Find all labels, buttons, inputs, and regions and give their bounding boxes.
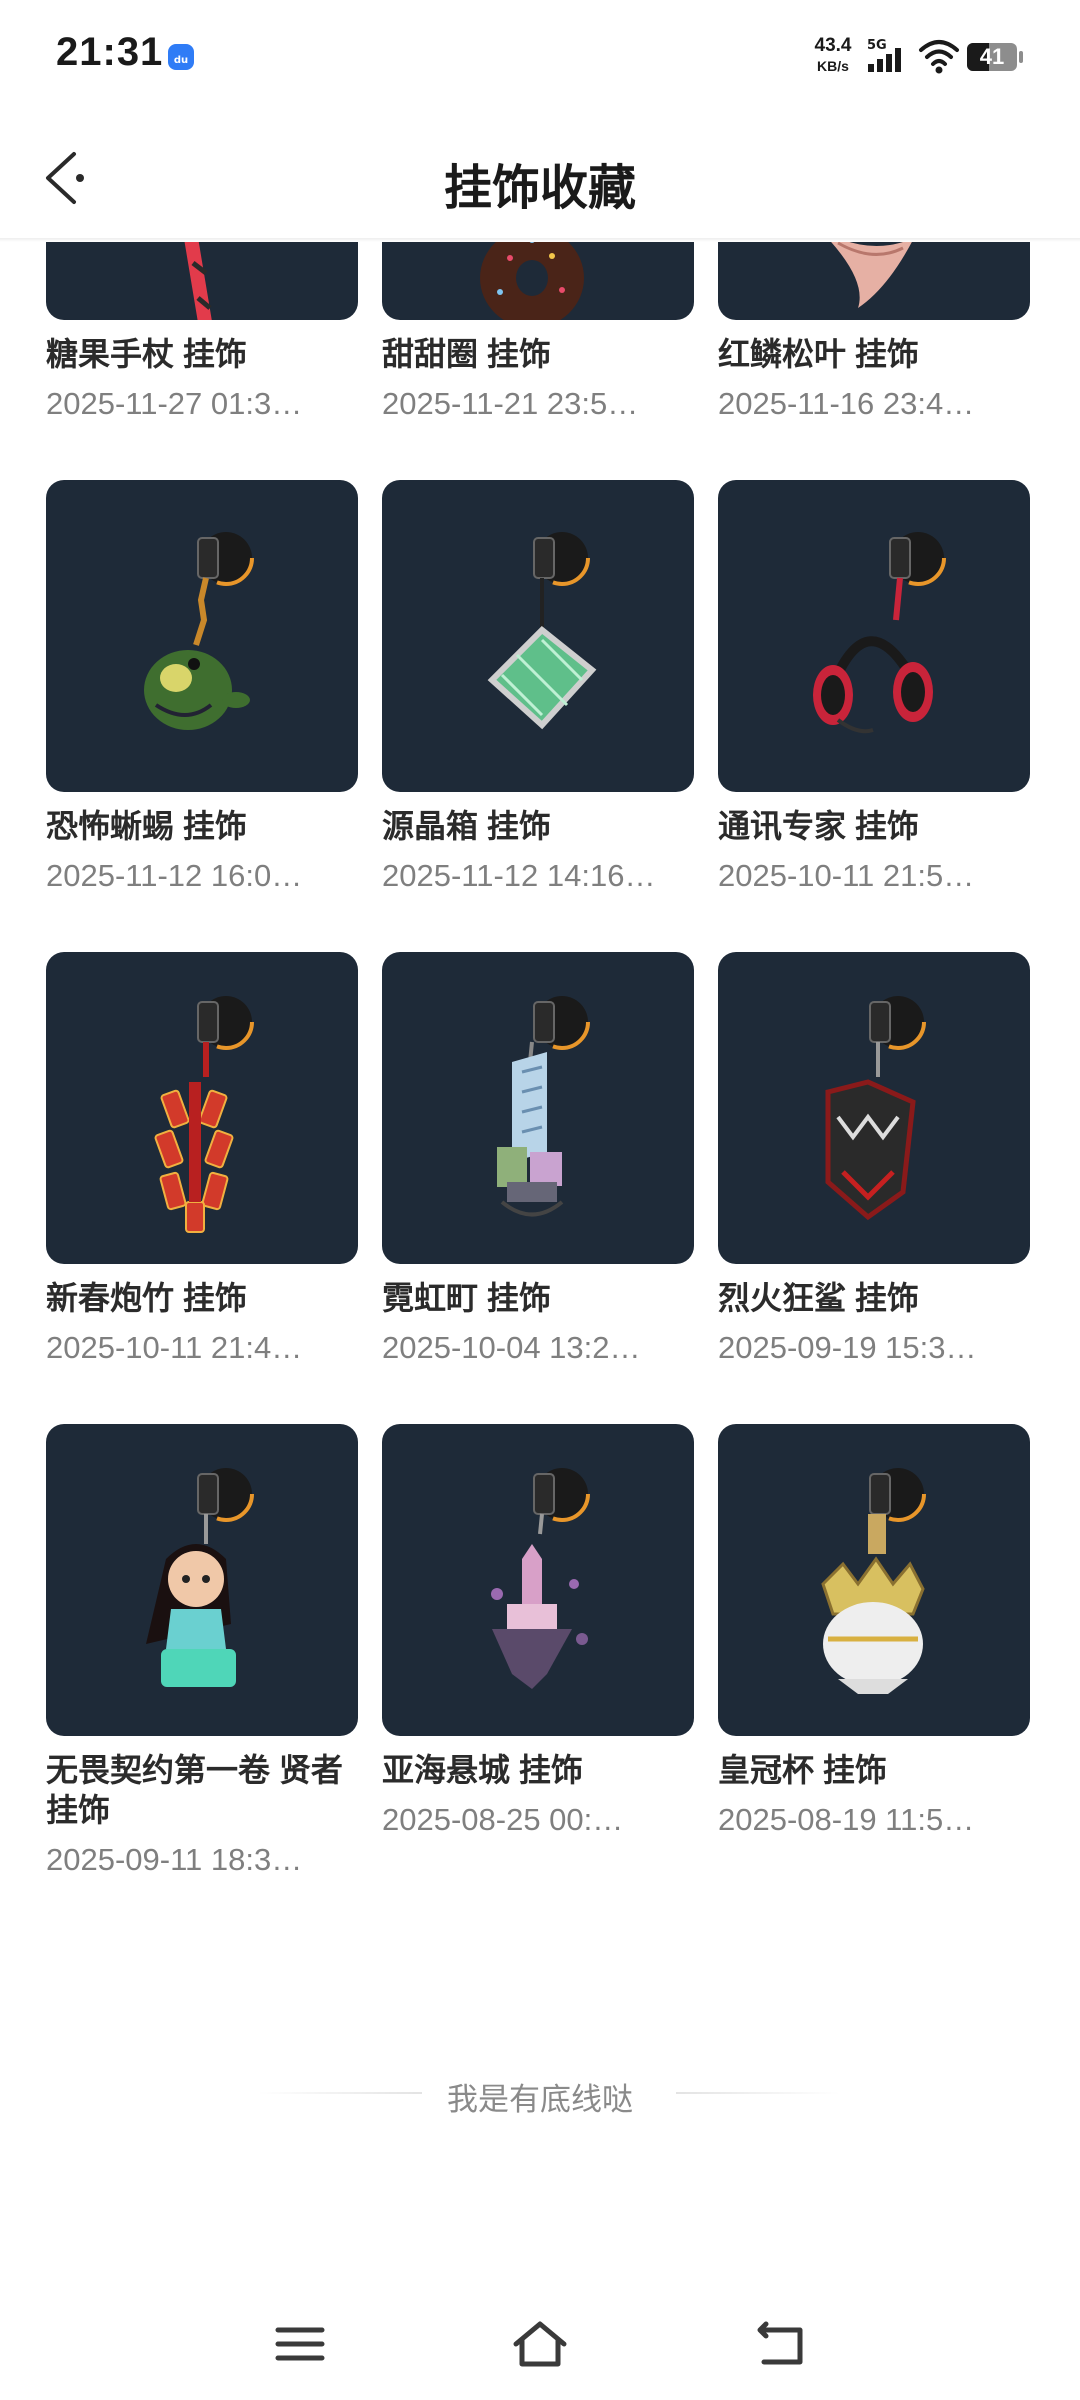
svg-text:du: du [174, 55, 188, 66]
charm-date: 2025-08-19 11:5… [718, 1802, 975, 1837]
crystal-box-charm-icon [487, 530, 597, 730]
candy-cane-charm-icon [184, 240, 212, 320]
back-icon[interactable] [752, 2314, 812, 2374]
floating-city-charm-icon [491, 1466, 590, 1689]
charm-date: 2025-11-21 23:5… [382, 386, 639, 421]
charm-thumbnail [382, 1424, 694, 1736]
headset-charm-icon [813, 530, 946, 734]
charm-name: 亚海悬城 挂饰 [382, 1752, 583, 1788]
charm-thumbnail [718, 240, 1030, 320]
network-speed-value: 43.4 [814, 35, 852, 56]
page-title: 挂饰收藏 [443, 162, 636, 215]
app-notification-icon: du [168, 44, 194, 70]
charm-thumbnail [46, 952, 358, 1264]
charm-card[interactable]: 亚海悬城 挂饰 2025-08-25 00:… [382, 1424, 694, 1838]
charm-thumbnail [718, 1424, 1030, 1736]
charm-date: 2025-11-12 14:16… [382, 858, 656, 893]
charm-card[interactable]: 新春炮竹 挂饰 2025-10-11 21:4… [46, 952, 358, 1366]
charm-date: 2025-08-25 00:… [382, 1802, 624, 1837]
neon-town-charm-icon [497, 994, 590, 1217]
charm-card[interactable]: 烈火狂鲨 挂饰 2025-09-19 15:3… [718, 952, 1030, 1366]
status-time: 21:31 [56, 30, 164, 74]
charm-card[interactable]: 霓虹町 挂饰 2025-10-04 13:2… [382, 952, 694, 1366]
charm-name: 源晶箱 挂饰 [382, 808, 551, 844]
divider-right [676, 2092, 840, 2094]
system-nav-bar [0, 2300, 1080, 2400]
battery-level: 41 [979, 44, 1005, 69]
signal-icon: 5G [867, 38, 901, 72]
red-scale-pine-charm-icon [829, 240, 913, 308]
charm-thumbnail [46, 480, 358, 792]
charm-card[interactable]: 无畏契约第一卷 贤者 挂饰 2025-09-11 18:3… [46, 1424, 358, 1878]
charm-date: 2025-09-11 18:3… [46, 1842, 303, 1877]
charm-date: 2025-10-11 21:5… [718, 858, 975, 893]
charm-date: 2025-10-11 21:4… [46, 1330, 303, 1365]
charm-name: 烈火狂鲨 挂饰 [718, 1280, 919, 1316]
charm-date: 2025-09-19 15:3… [718, 1330, 977, 1365]
fire-shark-charm-icon [825, 994, 926, 1221]
charm-card[interactable]: 恐怖蜥蜴 挂饰 2025-11-12 16:0… [46, 480, 358, 894]
end-of-list-text: 我是有底线哒 [447, 2082, 633, 2117]
network-speed-unit: KB/s [817, 58, 849, 74]
wifi-icon [919, 40, 959, 74]
charm-thumbnail [718, 952, 1030, 1264]
charm-name: 皇冠杯 挂饰 [718, 1752, 887, 1788]
charm-card[interactable]: 红鳞松叶 挂饰 2025-11-16 23:4… [718, 240, 1030, 422]
header: 挂饰收藏 [0, 110, 1080, 240]
charm-name: 无畏契约第一卷 贤者 挂饰 [46, 1752, 343, 1828]
status-bar: 21:31 du 43.4 KB/s 5G 41 [0, 0, 1080, 110]
charm-thumbnail [382, 480, 694, 792]
donut-charm-icon [480, 240, 584, 320]
charm-card[interactable]: 甜甜圈 挂饰 2025-11-21 23:5… [382, 240, 694, 422]
menu-icon[interactable] [270, 2314, 330, 2374]
home-icon[interactable] [510, 2314, 570, 2374]
charm-date: 2025-11-27 01:3… [46, 386, 303, 421]
charm-thumbnail [718, 480, 1030, 792]
charm-thumbnail [382, 952, 694, 1264]
sage-charm-icon [146, 1466, 254, 1687]
charm-name: 甜甜圈 挂饰 [382, 336, 551, 372]
charm-name: 霓虹町 挂饰 [382, 1280, 551, 1316]
firecracker-charm-icon [154, 994, 254, 1233]
charm-date: 2025-11-16 23:4… [718, 386, 975, 421]
charm-card[interactable]: 通讯专家 挂饰 2025-10-11 21:5… [718, 480, 1030, 894]
charm-date: 2025-11-12 16:0… [46, 858, 303, 893]
charm-name: 新春炮竹 挂饰 [46, 1280, 247, 1316]
network-speed: 43.4 KB/s [806, 36, 860, 76]
charm-date: 2025-10-04 13:2… [382, 1330, 641, 1365]
charm-name: 通讯专家 挂饰 [718, 808, 919, 844]
charm-name: 糖果手杖 挂饰 [46, 336, 247, 372]
charm-thumbnail [382, 240, 694, 320]
charm-card[interactable]: 皇冠杯 挂饰 2025-08-19 11:5… [718, 1424, 1030, 1838]
crown-cup-charm-icon [821, 1466, 926, 1694]
end-of-list-indicator: 我是有底线哒 [0, 2074, 1080, 2117]
network-type-label: 5G [867, 38, 887, 53]
charm-name: 恐怖蜥蜴 挂饰 [46, 808, 247, 844]
charm-thumbnail [46, 1424, 358, 1736]
lizard-charm-icon [144, 530, 254, 730]
charm-name: 红鳞松叶 挂饰 [718, 336, 919, 372]
charm-card[interactable]: 源晶箱 挂饰 2025-11-12 14:16… [382, 480, 694, 894]
header-divider [0, 238, 1080, 242]
charm-card[interactable]: 糖果手杖 挂饰 2025-11-27 01:3… [46, 240, 358, 422]
charm-thumbnail [46, 240, 358, 320]
